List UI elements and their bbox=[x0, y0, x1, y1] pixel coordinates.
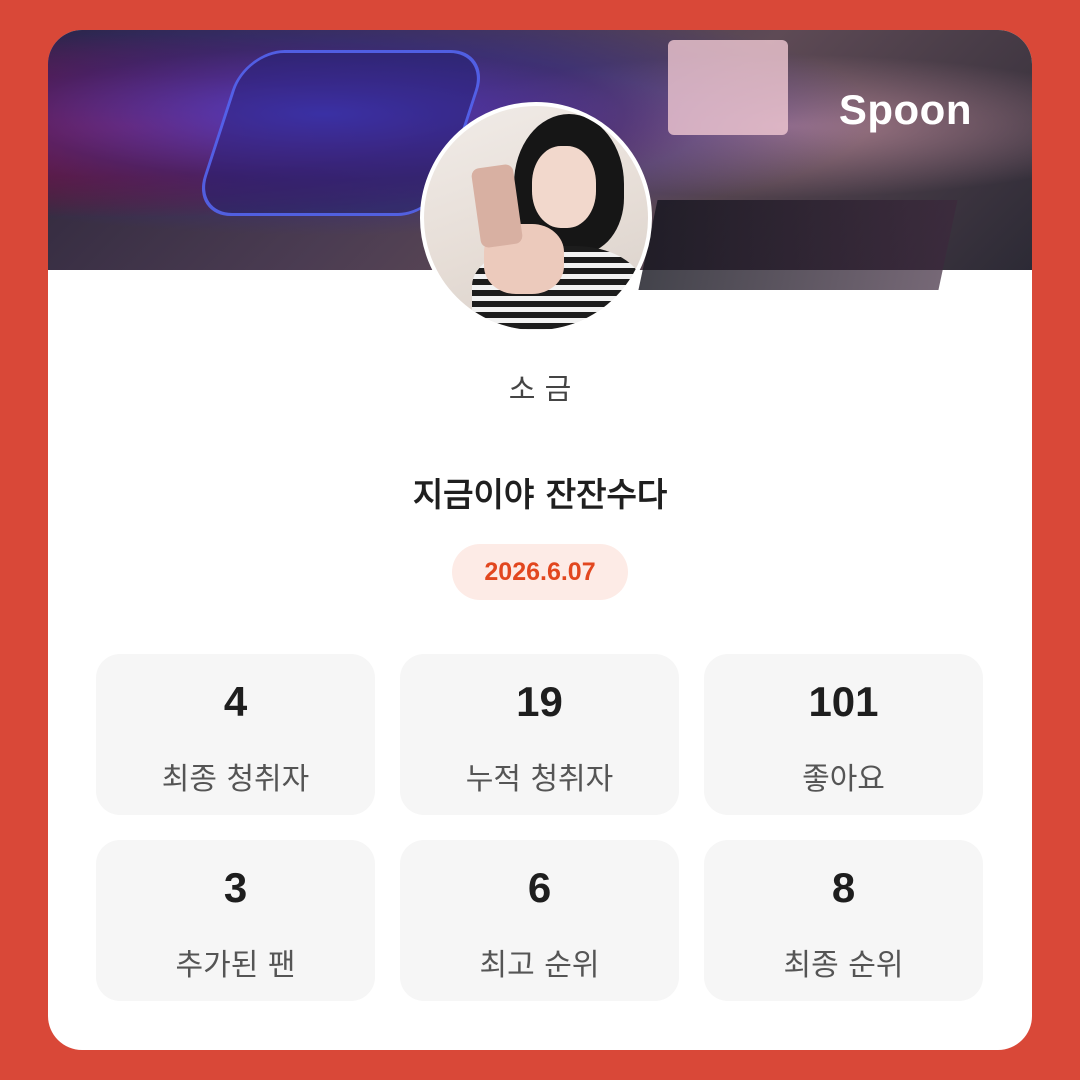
avatar bbox=[420, 102, 652, 334]
summary-card: Spoon 소 금 지금이야 잔잔수다 2026.6.07 4 최종 청취자 1… bbox=[48, 30, 1032, 1050]
avatar-face-art bbox=[532, 146, 596, 228]
stat-final-listeners: 4 최종 청취자 bbox=[96, 654, 375, 815]
stat-likes: 101 좋아요 bbox=[704, 654, 983, 815]
date-badge: 2026.6.07 bbox=[452, 544, 628, 600]
stat-highest-rank: 6 최고 순위 bbox=[400, 840, 679, 1001]
stat-value: 6 bbox=[527, 864, 552, 911]
spoon-logo: Spoon bbox=[838, 86, 972, 133]
stat-final-rank: 8 최종 순위 bbox=[704, 840, 983, 1001]
cover-basket-art bbox=[668, 40, 788, 135]
stat-value: 8 bbox=[831, 864, 856, 911]
stat-label: 추가된 팬 bbox=[175, 948, 296, 983]
broadcast-title: 지금이야 잔잔수다 bbox=[412, 475, 668, 514]
stat-total-listeners: 19 누적 청취자 bbox=[400, 654, 679, 815]
stat-new-fans: 3 추가된 팬 bbox=[96, 840, 375, 1001]
stat-label: 최종 청취자 bbox=[161, 762, 310, 797]
cover-floor-art bbox=[638, 200, 958, 290]
stat-label: 최종 순위 bbox=[783, 948, 904, 983]
stat-value: 19 bbox=[516, 678, 563, 725]
host-name: 소 금 bbox=[508, 372, 572, 406]
stat-label: 누적 청취자 bbox=[465, 762, 614, 797]
stat-label: 최고 순위 bbox=[479, 948, 600, 983]
stat-label: 좋아요 bbox=[802, 762, 885, 797]
stat-value: 101 bbox=[808, 678, 879, 725]
stat-value: 3 bbox=[223, 864, 248, 911]
stats-grid: 4 최종 청취자 19 누적 청취자 101 좋아요 3 추가된 팬 6 최고 … bbox=[96, 654, 984, 1001]
stat-value: 4 bbox=[223, 678, 248, 725]
